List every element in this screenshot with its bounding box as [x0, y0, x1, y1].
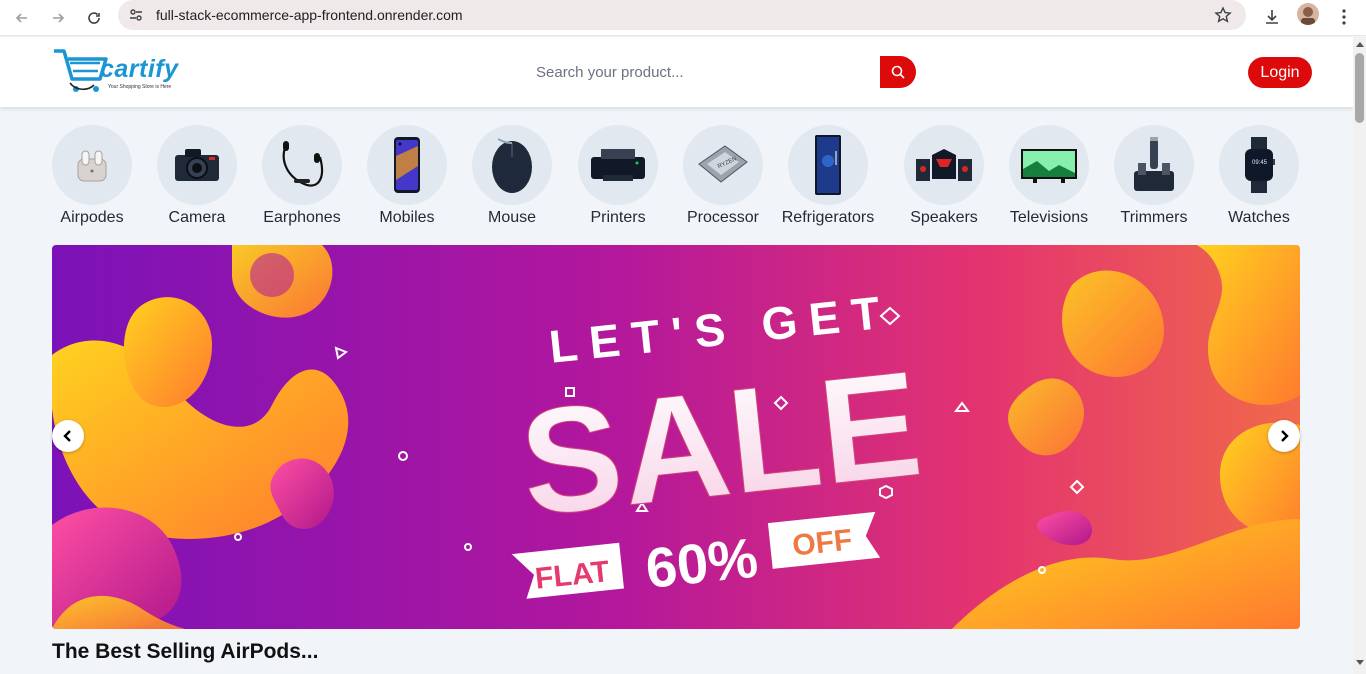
category-list: Airpodes Camera Earphones Mobiles Mouse … — [52, 125, 1302, 230]
section-title: The Best Selling AirPods... — [52, 640, 319, 663]
earphones-icon — [262, 125, 342, 205]
page-scrollbar[interactable] — [1353, 37, 1366, 674]
more-vertical-icon — [1342, 9, 1346, 25]
reload-button[interactable] — [80, 4, 108, 32]
carousel-next-button[interactable] — [1268, 420, 1300, 452]
category-item-printers[interactable]: Printers — [563, 125, 673, 227]
category-label: Refrigerators — [781, 209, 875, 226]
category-label: Airpodes — [60, 209, 124, 226]
category-label: Speakers — [910, 209, 978, 226]
browser-menu-button[interactable] — [1331, 4, 1357, 30]
logo-tagline: Your Shopping Store is Here — [108, 84, 172, 90]
chevron-right-icon — [1281, 430, 1289, 442]
carousel-prev-button[interactable] — [52, 420, 84, 452]
speaker-icon — [904, 125, 984, 205]
category-item-camera[interactable]: Camera — [142, 125, 252, 227]
category-label: Trimmers — [1120, 209, 1188, 226]
chevron-left-icon — [63, 430, 71, 442]
search-input[interactable] — [520, 56, 880, 88]
category-item-earphones[interactable]: Earphones — [247, 125, 357, 227]
refrigerator-icon — [788, 125, 868, 205]
bookmark-star-icon[interactable] — [1214, 6, 1232, 24]
login-button[interactable]: Login — [1248, 57, 1312, 88]
banner-off-text: OFF — [791, 524, 854, 563]
category-label: Televisions — [1009, 209, 1089, 226]
address-bar[interactable]: full-stack-ecommerce-app-frontend.onrend… — [118, 0, 1246, 30]
download-icon — [1266, 10, 1278, 24]
profile-avatar[interactable] — [1297, 3, 1319, 25]
category-item-televisions[interactable]: Televisions — [994, 125, 1104, 227]
category-item-refrigerators[interactable]: Refrigerators — [773, 125, 883, 227]
arrow-right-icon — [53, 13, 65, 23]
scroll-thumb[interactable] — [1355, 53, 1364, 123]
search-bar — [520, 56, 916, 88]
svg-text:09:45: 09:45 — [1252, 160, 1268, 166]
television-icon — [1009, 125, 1089, 205]
back-button[interactable] — [8, 4, 36, 32]
scroll-up-arrow[interactable] — [1356, 42, 1364, 47]
promo-banner[interactable]: LET'S GET SALE FLAT 60% OFF — [52, 245, 1300, 629]
category-item-speakers[interactable]: Speakers — [889, 125, 999, 227]
printer-icon — [578, 125, 658, 205]
browser-toolbar: full-stack-ecommerce-app-frontend.onrend… — [0, 0, 1366, 36]
category-item-mouse[interactable]: Mouse — [457, 125, 567, 227]
scroll-down-arrow[interactable] — [1356, 660, 1364, 665]
trimmer-icon — [1114, 125, 1194, 205]
category-item-processor[interactable]: RYZEN Processor — [668, 125, 778, 227]
category-label: Camera — [168, 209, 226, 226]
category-label: Mobiles — [379, 209, 435, 226]
search-button[interactable] — [880, 56, 916, 88]
category-label: Printers — [590, 209, 646, 226]
processor-icon: RYZEN — [683, 125, 763, 205]
url-text[interactable]: full-stack-ecommerce-app-frontend.onrend… — [156, 7, 463, 23]
airpods-icon — [52, 125, 132, 205]
banner-percent-text: 60% — [643, 526, 761, 600]
forward-button[interactable] — [44, 4, 72, 32]
watch-icon: 09:45 — [1219, 125, 1299, 205]
arrow-left-icon — [15, 13, 27, 23]
cartify-logo[interactable]: cartify Your Shopping Store is Here — [52, 47, 178, 97]
site-header: cartify Your Shopping Store is Here Logi… — [0, 37, 1353, 107]
camera-icon — [157, 125, 237, 205]
downloads-button[interactable] — [1259, 4, 1285, 30]
category-label: Mouse — [487, 209, 537, 226]
category-item-trimmers[interactable]: Trimmers — [1099, 125, 1209, 227]
category-item-mobiles[interactable]: Mobiles — [352, 125, 462, 227]
search-icon — [891, 65, 905, 79]
mouse-icon — [472, 125, 552, 205]
site-settings-icon[interactable] — [128, 7, 144, 23]
category-item-airpodes[interactable]: Airpodes — [37, 125, 147, 227]
logo-text: cartify — [100, 55, 179, 83]
category-label: Earphones — [263, 209, 341, 226]
category-label: Watches — [1228, 209, 1290, 226]
mobile-icon — [367, 125, 447, 205]
reload-icon — [88, 12, 100, 24]
category-item-watches[interactable]: 09:45 Watches — [1204, 125, 1314, 227]
category-label: Processor — [686, 209, 760, 226]
